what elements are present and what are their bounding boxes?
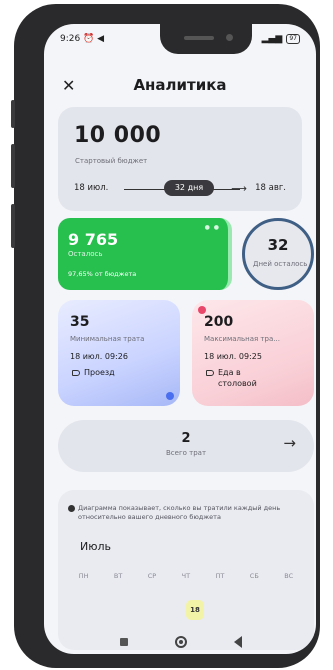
phone-frame: 9:26 ⏰ ◀ ▂▄▆ 97 ✕ Аналитика 10 000 Старт… (11, 4, 320, 668)
app-screen: 9:26 ⏰ ◀ ▂▄▆ 97 ✕ Аналитика 10 000 Старт… (44, 24, 316, 654)
max-spend-label: Максимальная тра... (204, 335, 280, 343)
weekday-label: ВТ (113, 572, 123, 580)
arrow-right-icon: ⟶ (231, 182, 247, 195)
side-button (11, 204, 15, 248)
back-icon[interactable] (234, 636, 242, 648)
budget-label: Стартовый бюджет (75, 157, 148, 165)
camera-notch (160, 24, 252, 54)
days-left-label: Дней осталось (253, 260, 308, 268)
max-spend-category: Еда в столовой (206, 367, 278, 389)
min-spend-label: Минимальная трата (70, 335, 145, 343)
min-spend-category-text: Проезд (84, 368, 115, 377)
speaker-grille (184, 36, 214, 40)
tag-icon (72, 369, 80, 376)
budget-end-date: 18 авг. (255, 183, 286, 193)
max-spend-category-text: Еда в столовой (218, 368, 257, 388)
weekday-label: ПТ (215, 572, 225, 580)
recents-icon[interactable] (120, 638, 128, 646)
calendar-day-cell[interactable]: 18 (186, 600, 204, 620)
calendar-note: Диаграмма показывает, сколько вы тратили… (68, 504, 304, 522)
indicator-dot (166, 392, 174, 400)
weekday-label: ПН (78, 572, 89, 580)
side-button (11, 144, 15, 188)
status-time: 9:26 ⏰ ◀ (60, 34, 105, 44)
duration-pill: 32 дня (164, 180, 214, 196)
tag-icon (206, 369, 214, 376)
total-spends-value: 2 (181, 431, 191, 446)
max-spend-date: 18 июл. 09:25 (204, 352, 262, 361)
calendar-card: Диаграмма показывает, сколько вы тратили… (58, 490, 314, 650)
remaining-percent: 97,65% от бюджета (68, 270, 137, 278)
status-right: ▂▄▆ 97 (262, 34, 300, 44)
min-spend-date: 18 июл. 09:26 (70, 352, 128, 361)
remaining-value: 9 765 (68, 230, 119, 249)
max-spend-value: 200 (204, 314, 234, 330)
status-time-text: 9:26 (60, 34, 81, 44)
system-nav-bar (44, 630, 316, 654)
budget-amount: 10 000 (74, 123, 162, 148)
budget-start-date: 18 июл. (74, 183, 109, 193)
min-spend-category: Проезд (72, 367, 115, 378)
min-spend-value: 35 (70, 314, 90, 330)
battery-icon: 97 (286, 34, 300, 44)
indicator-dot (198, 306, 206, 314)
weekday-label: СР (147, 572, 157, 580)
total-spends-button[interactable]: 2 Всего трат → (58, 420, 314, 472)
home-icon[interactable] (175, 636, 187, 648)
page-title: Аналитика (133, 76, 227, 94)
days-left-ring[interactable]: 32 Дней осталось (242, 218, 314, 290)
remaining-card[interactable]: ● ● 9 765 Осталось 97,65% от бюджета (58, 218, 232, 290)
page-dots: ● ● (204, 224, 220, 231)
budget-card: 10 000 Стартовый бюджет 18 июл. ⟶ 32 дня… (58, 107, 302, 211)
arrow-right-icon[interactable]: → (283, 434, 296, 452)
top-bar: ✕ Аналитика (44, 74, 316, 98)
min-spend-card[interactable]: 35 Минимальная трата 18 июл. 09:26 Проез… (58, 300, 180, 406)
weekday-row: ПН ВТ СР ЧТ ПТ СБ ВС (66, 572, 306, 580)
remaining-label: Осталось (68, 250, 103, 258)
side-button (11, 100, 15, 128)
info-icon (68, 505, 75, 512)
weekday-label: СБ (249, 572, 259, 580)
days-left-value: 32 (267, 236, 289, 254)
month-label: Июль (80, 540, 112, 553)
calendar-note-text: Диаграмма показывает, сколько вы тратили… (78, 504, 281, 521)
signal-icon: ▂▄▆ (261, 34, 283, 44)
max-spend-card[interactable]: 200 Максимальная тра... 18 июл. 09:25 Ед… (192, 300, 314, 406)
weekday-label: ЧТ (181, 572, 191, 580)
weekday-label: ВС (284, 572, 294, 580)
total-spends-label: Всего трат (165, 449, 207, 457)
camera-dot (226, 34, 233, 41)
